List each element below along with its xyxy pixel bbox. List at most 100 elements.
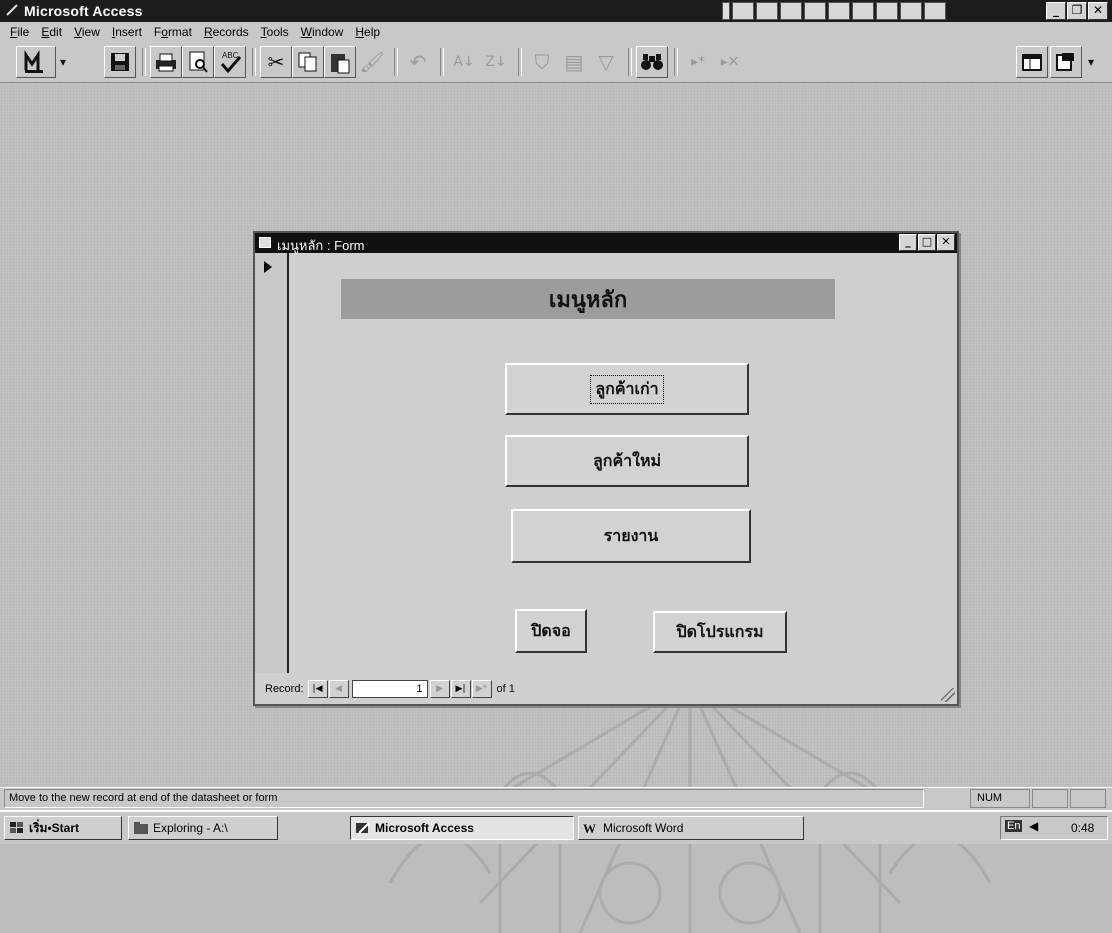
filter-by-selection-icon[interactable]: ⛉	[526, 46, 558, 78]
sort-ascending-icon[interactable]: A↓	[448, 46, 480, 78]
menu-edit[interactable]: Edit	[41, 25, 62, 39]
svg-text:ABC: ABC	[222, 51, 239, 60]
task-label-word: Microsoft Word	[603, 821, 684, 835]
shortcut-word-icon[interactable]	[804, 2, 826, 20]
system-tray: En ◀ 0:48	[1000, 816, 1108, 840]
status-pane	[1070, 789, 1106, 808]
close-icon[interactable]: ✕	[1088, 2, 1108, 20]
database-window-icon[interactable]	[1016, 46, 1048, 78]
last-record-icon[interactable]: ▶|	[450, 680, 471, 698]
status-pane	[1032, 789, 1068, 808]
task-label-exploring: Exploring - A:\	[153, 821, 228, 835]
old-customer-label: ลูกค้าเก่า	[590, 374, 664, 404]
menu-insert[interactable]: Insert	[112, 25, 142, 39]
menu-bar: File Edit View Insert Format Records Tools Wind…	[0, 22, 1112, 42]
desktop-screen: Microsoft Access _ ❐ ✕ File Edit View Inser…	[0, 0, 1112, 933]
windows-taskbar: เริ่ม•Start Exploring - A:\ Microsoft Ac…	[0, 810, 1112, 844]
menu-records[interactable]: Records	[204, 25, 249, 39]
office-shortcut-bar[interactable]	[722, 2, 946, 20]
close-program-label: ปิดโปรแกรม	[676, 621, 764, 641]
spelling-icon[interactable]: ABC	[214, 46, 246, 78]
shortcut-ppt-icon[interactable]	[852, 2, 874, 20]
form-minimize-icon[interactable]: _	[899, 234, 917, 251]
start-label: เริ่ม•Start	[29, 820, 79, 835]
toolbar-separator	[518, 48, 522, 76]
sort-descending-icon[interactable]: Z↓	[480, 46, 512, 78]
toolbar-separator	[394, 48, 398, 76]
close-screen-label: ปิดจอ	[531, 620, 571, 640]
svg-text:W: W	[583, 821, 596, 835]
view-dropdown-chevron-down-icon[interactable]: ▾	[56, 46, 70, 78]
record-number-input[interactable]: 1	[351, 680, 428, 698]
report-label: รายงาน	[603, 525, 659, 545]
copy-icon[interactable]	[292, 46, 324, 78]
delete-record-icon[interactable]: ▸✕	[714, 46, 746, 78]
menu-format[interactable]: Format	[154, 25, 192, 39]
toolbar-separator	[628, 48, 632, 76]
shortcut-excel-icon[interactable]	[828, 2, 850, 20]
taskbar-microsoft-access[interactable]: Microsoft Access	[350, 816, 574, 840]
record-label: Record:	[265, 683, 304, 695]
start-button[interactable]: เริ่ม•Start	[4, 816, 122, 840]
shortcut-doc-icon[interactable]	[732, 2, 754, 20]
status-bar: Move to the new record at end of the dat…	[0, 787, 1112, 810]
report-button[interactable]: รายงาน	[511, 509, 751, 563]
form-header-title: เมนูหลัก	[548, 286, 628, 313]
shortcut-mail-icon[interactable]	[780, 2, 802, 20]
toolbar-separator	[674, 48, 678, 76]
shortcut-answer-icon[interactable]	[924, 2, 946, 20]
record-selector[interactable]	[255, 253, 289, 673]
close-screen-button[interactable]: ปิดจอ	[515, 609, 587, 653]
main-menu-form-window: เมนูหลัก : Form _ □ ✕ เมนูหลัก ลูกค้าเก่…	[253, 231, 959, 706]
close-program-button[interactable]: ปิดโปรแกรม	[653, 611, 787, 653]
design-view-icon[interactable]	[16, 46, 56, 78]
toolbar-separator	[252, 48, 256, 76]
first-record-icon[interactable]: |◀	[307, 680, 328, 698]
undo-icon[interactable]: ↶	[402, 46, 434, 78]
next-record-icon[interactable]: ▶	[429, 680, 450, 698]
windows-logo-icon	[10, 822, 23, 833]
restore-icon[interactable]: ❐	[1067, 2, 1087, 20]
print-icon[interactable]	[150, 46, 182, 78]
new-object-icon[interactable]	[1050, 46, 1082, 78]
form-window-controls: _ □ ✕	[899, 234, 955, 251]
form-header-band: เมนูหลัก	[341, 279, 835, 319]
shortcut-schedule-icon[interactable]	[876, 2, 898, 20]
app-title: Microsoft Access	[24, 3, 143, 19]
print-preview-icon[interactable]	[182, 46, 214, 78]
menu-view[interactable]: View	[74, 25, 100, 39]
taskbar-exploring[interactable]: Exploring - A:\	[128, 816, 278, 840]
format-painter-icon[interactable]: 🖌	[356, 46, 388, 78]
access-key-icon	[6, 4, 18, 16]
shortcut-binder-icon[interactable]	[900, 2, 922, 20]
word-icon: W	[583, 821, 596, 835]
old-customer-button[interactable]: ลูกค้าเก่า	[505, 363, 749, 415]
find-binoculars-icon[interactable]	[636, 46, 668, 78]
app-titlebar: Microsoft Access _ ❐ ✕	[0, 0, 1112, 22]
new-object-chevron-down-icon[interactable]: ▾	[1084, 46, 1098, 78]
task-label-access: Microsoft Access	[375, 821, 474, 835]
cut-icon[interactable]: ✂	[260, 46, 292, 78]
menu-file[interactable]: File	[10, 25, 29, 39]
menu-tools[interactable]: Tools	[261, 25, 289, 39]
save-icon[interactable]	[104, 46, 136, 78]
paste-icon[interactable]	[324, 46, 356, 78]
form-close-icon[interactable]: ✕	[937, 234, 955, 251]
language-indicator[interactable]: En	[1005, 820, 1023, 832]
form-icon	[259, 237, 271, 248]
resize-grip-icon[interactable]	[941, 688, 955, 702]
form-maximize-icon[interactable]: □	[918, 234, 936, 251]
previous-record-icon[interactable]: ◀	[328, 680, 349, 698]
minimize-icon[interactable]: _	[1046, 2, 1066, 20]
shortcut-open-icon[interactable]	[756, 2, 778, 20]
new-customer-button[interactable]: ลูกค้าใหม่	[505, 435, 749, 487]
filter-by-form-icon[interactable]: ▤	[558, 46, 590, 78]
apply-filter-icon[interactable]: ▽	[590, 46, 622, 78]
menu-window[interactable]: Window	[301, 25, 344, 39]
new-record-nav-icon[interactable]: ▶*	[471, 680, 492, 698]
menu-help[interactable]: Help	[355, 25, 380, 39]
new-record-icon[interactable]: ▸*	[682, 46, 714, 78]
speaker-icon[interactable]: ◀	[1029, 819, 1038, 833]
status-message: Move to the new record at end of the dat…	[4, 789, 924, 808]
taskbar-microsoft-word[interactable]: W Microsoft Word	[578, 816, 804, 840]
